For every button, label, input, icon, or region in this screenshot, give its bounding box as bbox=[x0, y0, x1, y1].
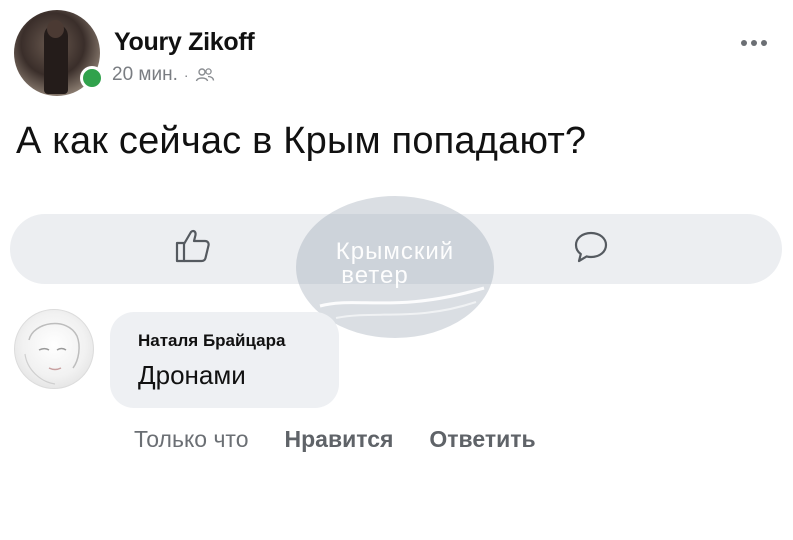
post-author-name[interactable]: Youry Zikoff bbox=[114, 28, 255, 57]
more-dot bbox=[741, 40, 747, 46]
sketch-portrait-icon bbox=[24, 322, 80, 385]
comment-text: Дронами bbox=[138, 360, 246, 390]
comment-actions: Только что Нравится Ответить bbox=[134, 426, 536, 453]
comment-timestamp[interactable]: Только что bbox=[134, 426, 249, 453]
more-options-icon[interactable] bbox=[741, 40, 767, 46]
comment-reply-link[interactable]: Ответить bbox=[429, 426, 535, 453]
more-dot bbox=[751, 40, 757, 46]
like-button[interactable] bbox=[174, 228, 212, 269]
comment-like-link[interactable]: Нравится bbox=[285, 426, 394, 453]
post-text: А как сейчас в Крым попадают? bbox=[16, 120, 587, 162]
more-dot bbox=[761, 40, 767, 46]
comment-bubble-icon bbox=[574, 231, 608, 263]
commenter-avatar[interactable] bbox=[14, 309, 94, 389]
post-timestamp[interactable]: 20 мин. bbox=[112, 64, 178, 86]
watermark-line-2: ветер bbox=[341, 262, 409, 289]
online-status-indicator bbox=[80, 66, 104, 90]
post-meta: 20 мин. · bbox=[112, 64, 215, 86]
comment-author-name[interactable]: Наталя Брайцара bbox=[138, 331, 285, 351]
comment-button[interactable] bbox=[573, 230, 609, 269]
thumbs-up-icon bbox=[175, 229, 210, 263]
avatar-head bbox=[47, 20, 64, 38]
friends-icon[interactable] bbox=[195, 67, 215, 83]
meta-separator: · bbox=[183, 67, 189, 83]
